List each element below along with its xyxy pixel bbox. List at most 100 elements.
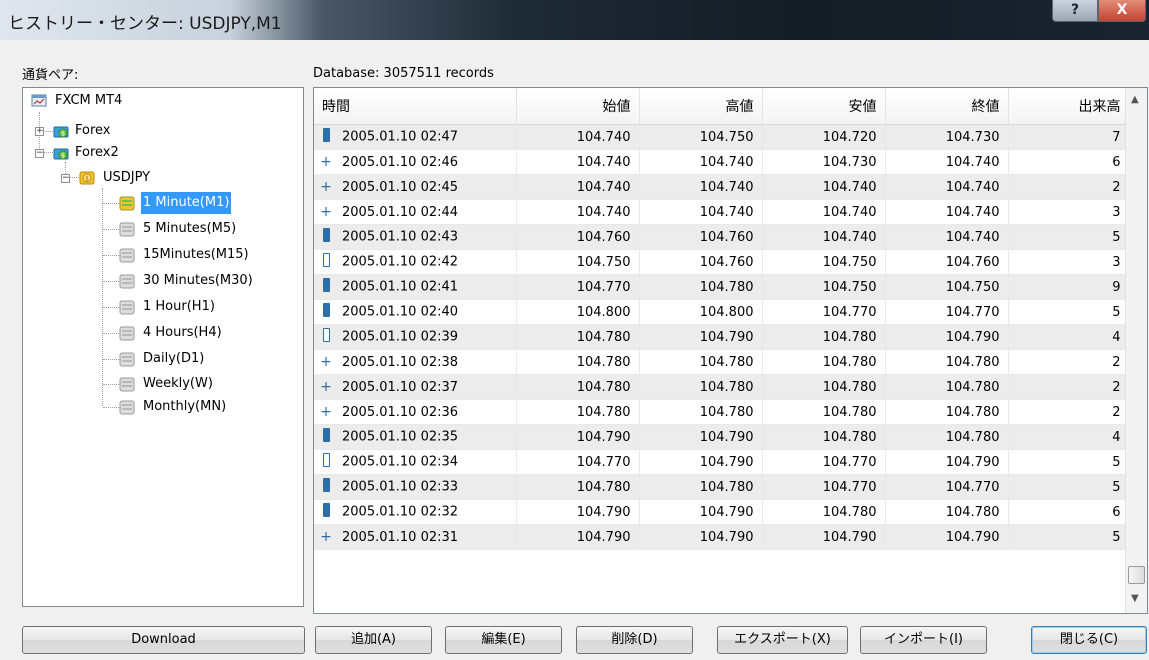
delete-button[interactable]: 削除(D) (576, 626, 693, 654)
cell-open: 104.780 (516, 474, 640, 500)
database-icon (119, 352, 135, 367)
cell-low: 104.780 (762, 499, 886, 525)
cell-low: 104.780 (762, 399, 886, 425)
tree-node-timeframe-m30[interactable]: 30 Minutes(M30) (103, 270, 293, 292)
column-header-time[interactable]: 時間 (314, 88, 517, 125)
cell-close: 104.790 (885, 524, 1009, 550)
tree-node-timeframe-d1[interactable]: Daily(D1) (103, 348, 293, 370)
candle-doji-icon: + (320, 178, 332, 195)
time-value: 2005.01.10 02:39 (342, 329, 459, 345)
cell-low: 104.770 (762, 449, 886, 475)
tree-node-timeframe-m1[interactable]: 1 Minute(M1) (103, 192, 293, 214)
table-row[interactable]: +2005.01.10 02:37 104.780 104.780 104.780 10… (314, 374, 1130, 400)
column-header-volume[interactable]: 出来高 (1008, 88, 1130, 125)
cell-close: 104.740 (885, 199, 1009, 225)
table-row[interactable]: 2005.01.10 02:42 104.750 104.760 104.750 104… (314, 249, 1130, 275)
cell-open: 104.740 (516, 199, 640, 225)
table-row[interactable]: +2005.01.10 02:44 104.740 104.740 104.740 10… (314, 199, 1130, 225)
time-value: 2005.01.10 02:37 (342, 379, 459, 395)
time-value: 2005.01.10 02:33 (342, 479, 459, 495)
candle-doji-icon: + (320, 403, 332, 420)
cell-high: 104.760 (639, 224, 763, 250)
server-icon (31, 94, 47, 107)
table-row[interactable]: 2005.01.10 02:33 104.780 104.780 104.770 104… (314, 474, 1130, 500)
tree-node-forex2[interactable]: − $ Forex2 (35, 142, 235, 164)
table-row[interactable]: +2005.01.10 02:46 104.740 104.740 104.730 10… (314, 149, 1130, 175)
scroll-up-icon[interactable]: ▲ (1131, 94, 1139, 105)
table-row[interactable]: 2005.01.10 02:39 104.780 104.790 104.780 104… (314, 324, 1130, 350)
tree-node-timeframe-w[interactable]: Weekly(W) (103, 373, 293, 395)
cell-time: +2005.01.10 02:31 (314, 524, 517, 550)
tree-node-label: Monthly(MN) (143, 399, 227, 414)
candle-doji-icon: + (320, 528, 332, 545)
cell-open: 104.740 (516, 174, 640, 200)
expand-icon[interactable]: + (35, 127, 44, 136)
tree-node-forex[interactable]: + $ Forex (35, 120, 235, 142)
time-value: 2005.01.10 02:35 (342, 429, 459, 445)
table-row[interactable]: 2005.01.10 02:35 104.790 104.790 104.780 104… (314, 424, 1130, 450)
collapse-icon[interactable]: − (61, 174, 70, 183)
table-row[interactable]: 2005.01.10 02:32 104.790 104.790 104.780 104… (314, 499, 1130, 525)
symbol-tree[interactable]: FXCM MT4 + $ Forex − $ Forex2 − $ USDJPY (22, 87, 304, 607)
collapse-icon[interactable]: − (35, 149, 44, 158)
cell-low: 104.780 (762, 374, 886, 400)
cell-time: 2005.01.10 02:39 (314, 324, 517, 350)
time-value: 2005.01.10 02:34 (342, 454, 459, 470)
database-icon (119, 300, 135, 315)
tree-connector (103, 229, 119, 230)
close-window-button[interactable]: X (1098, 0, 1146, 22)
cell-open: 104.790 (516, 524, 640, 550)
tree-node-label: 1 Minute(M1) (141, 192, 232, 214)
table-row[interactable]: +2005.01.10 02:31 104.790 104.790 104.790 10… (314, 524, 1130, 550)
tree-node-usdjpy[interactable]: − $ USDJPY (61, 167, 261, 189)
column-header-high[interactable]: 高値 (639, 88, 763, 125)
tree-node-timeframe-m5[interactable]: 5 Minutes(M5) (103, 218, 293, 240)
time-value: 2005.01.10 02:36 (342, 404, 459, 420)
cell-high: 104.740 (639, 174, 763, 200)
download-button[interactable]: Download (22, 626, 305, 654)
cell-close: 104.780 (885, 424, 1009, 450)
table-row[interactable]: 2005.01.10 02:41 104.770 104.780 104.750 104… (314, 274, 1130, 300)
tree-node-timeframe-h4[interactable]: 4 Hours(H4) (103, 322, 293, 344)
vertical-scrollbar[interactable]: ▲ ▼ (1125, 88, 1147, 613)
cell-time: 2005.01.10 02:33 (314, 474, 517, 500)
table-row[interactable]: +2005.01.10 02:45 104.740 104.740 104.740 10… (314, 174, 1130, 200)
candle-bear-icon (320, 428, 332, 446)
tree-node-timeframe-mn[interactable]: Monthly(MN) (103, 396, 293, 418)
table-row[interactable]: 2005.01.10 02:47 104.740 104.750 104.720 104… (314, 124, 1130, 150)
table-row[interactable]: 2005.01.10 02:34 104.770 104.790 104.770 104… (314, 449, 1130, 475)
history-table[interactable]: 時間 始値 高値 安値 終値 出来高 2005.01.10 02:47 104.7… (313, 87, 1148, 614)
column-header-low[interactable]: 安値 (762, 88, 886, 125)
cell-low: 104.750 (762, 249, 886, 275)
tree-node-timeframe-m15[interactable]: 15Minutes(M15) (103, 244, 293, 266)
table-header-row: 時間 始値 高値 安値 終値 出来高 (314, 88, 1130, 125)
scrollbar-thumb[interactable] (1128, 566, 1145, 584)
cell-high: 104.740 (639, 199, 763, 225)
table-row[interactable]: +2005.01.10 02:38 104.780 104.780 104.780 10… (314, 349, 1130, 375)
cell-time: 2005.01.10 02:42 (314, 249, 517, 275)
edit-button[interactable]: 編集(E) (445, 626, 562, 654)
column-header-close[interactable]: 終値 (885, 88, 1009, 125)
cell-high: 104.780 (639, 399, 763, 425)
tree-node-timeframe-h1[interactable]: 1 Hour(H1) (103, 296, 293, 318)
tree-node-fxcm-mt4[interactable]: FXCM MT4 (31, 90, 231, 112)
help-button[interactable]: ? (1052, 0, 1098, 22)
cell-time: +2005.01.10 02:46 (314, 149, 517, 175)
table-row[interactable]: +2005.01.10 02:36 104.780 104.780 104.780 10… (314, 399, 1130, 425)
cell-low: 104.740 (762, 174, 886, 200)
cell-low: 104.740 (762, 199, 886, 225)
title-bar: ヒストリー・センター: USDJPY,M1 ? X (0, 0, 1149, 40)
currency-icon: $ (79, 171, 95, 185)
export-button[interactable]: エクスポート(X) (717, 626, 848, 654)
import-button[interactable]: インポート(I) (860, 626, 987, 654)
table-row[interactable]: 2005.01.10 02:40 104.800 104.800 104.770 104… (314, 299, 1130, 325)
cell-time: 2005.01.10 02:47 (314, 124, 517, 150)
add-button[interactable]: 追加(A) (315, 626, 432, 654)
cell-open: 104.760 (516, 224, 640, 250)
cell-volume: 7 (1008, 124, 1130, 150)
scroll-down-icon[interactable]: ▼ (1131, 593, 1139, 604)
close-button[interactable]: 閉じる(C) (1031, 626, 1147, 654)
column-header-open[interactable]: 始値 (516, 88, 640, 125)
cell-volume: 4 (1008, 424, 1130, 450)
table-row[interactable]: 2005.01.10 02:43 104.760 104.760 104.740 104… (314, 224, 1130, 250)
